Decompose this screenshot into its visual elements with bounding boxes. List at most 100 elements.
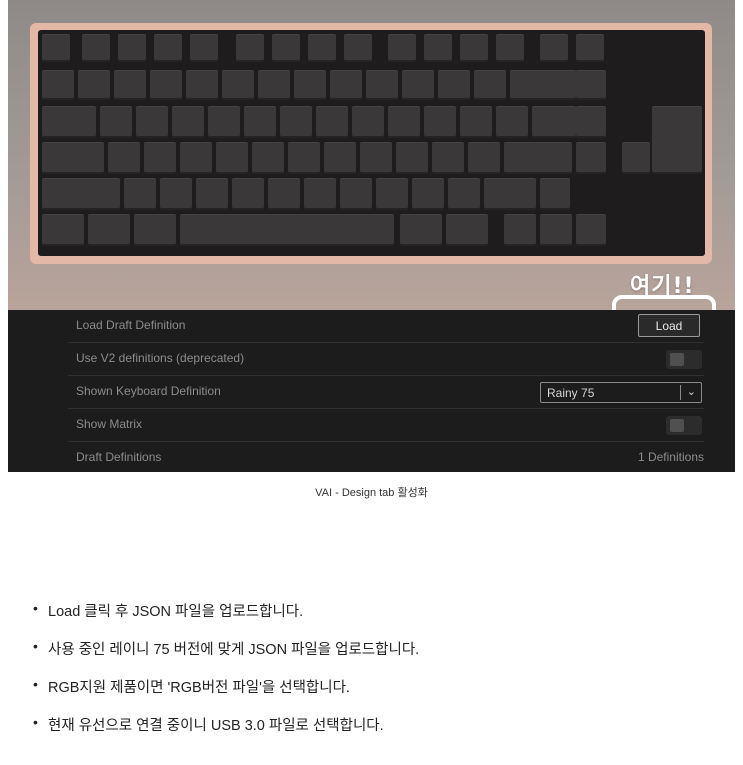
keycap bbox=[352, 106, 384, 138]
keycap bbox=[82, 34, 110, 62]
keycap bbox=[294, 70, 326, 100]
keycap bbox=[280, 106, 312, 138]
keycap bbox=[216, 142, 248, 174]
keycap bbox=[468, 142, 500, 174]
list-item-text: RGB지원 제품이면 'RGB버전 파일'을 선택합니다. bbox=[48, 680, 350, 696]
keycap bbox=[412, 178, 444, 210]
keycap bbox=[496, 106, 528, 138]
keycap bbox=[124, 178, 156, 210]
keycap bbox=[252, 142, 284, 174]
keycap bbox=[316, 106, 348, 138]
keycap bbox=[114, 70, 146, 100]
list-item-text: 사용 중인 레이니 75 버전에 맞게 JSON 파일을 업로드합니다. bbox=[48, 642, 420, 658]
keycap bbox=[78, 70, 110, 100]
keycap bbox=[652, 106, 702, 174]
setting-row-load-draft: Load Draft Definition Load bbox=[68, 310, 704, 343]
keycap bbox=[504, 142, 572, 174]
settings-panel: Load Draft Definition Load Use V2 defini… bbox=[8, 310, 735, 472]
bullet-icon: • bbox=[33, 676, 38, 692]
keycap bbox=[484, 178, 536, 210]
list-item-text: Load 클릭 후 JSON 파일을 업로드합니다. bbox=[48, 604, 304, 620]
keycap bbox=[268, 178, 300, 210]
keycap bbox=[504, 214, 536, 246]
keycap bbox=[576, 34, 604, 62]
list-item: • Load 클릭 후 JSON 파일을 업로드합니다. bbox=[33, 600, 728, 638]
keycap bbox=[134, 214, 176, 246]
keycap bbox=[438, 70, 470, 100]
instructions-list: • Load 클릭 후 JSON 파일을 업로드합니다. • 사용 중인 레이니 7… bbox=[0, 600, 728, 752]
toggle-knob bbox=[670, 353, 684, 366]
bullet-icon: • bbox=[33, 638, 38, 654]
select-separator bbox=[680, 385, 681, 400]
keycap bbox=[576, 142, 606, 174]
keycap bbox=[108, 142, 140, 174]
keycap bbox=[576, 106, 606, 138]
bullet-icon: • bbox=[33, 714, 38, 730]
keycap bbox=[424, 34, 452, 62]
keycap bbox=[208, 106, 240, 138]
chevron-down-icon: ⌄ bbox=[686, 386, 696, 398]
keyboard-preview: 여기!! bbox=[8, 0, 735, 350]
setting-row-show-matrix: Show Matrix bbox=[68, 409, 704, 442]
keycap bbox=[288, 142, 320, 174]
keycap bbox=[236, 34, 264, 62]
keycap bbox=[446, 214, 488, 246]
keycap bbox=[186, 70, 218, 100]
keycap bbox=[402, 70, 434, 100]
keycap bbox=[244, 106, 276, 138]
keycap bbox=[540, 214, 572, 246]
list-item: • 현재 유선으로 연결 중이니 USB 3.0 파일로 선택합니다. bbox=[33, 714, 728, 752]
keycap bbox=[232, 178, 264, 210]
use-v2-toggle[interactable] bbox=[666, 350, 702, 369]
screenshot-figure: 여기!! Load Draft Definition Load Use V2 d… bbox=[8, 0, 735, 472]
setting-label: Shown Keyboard Definition bbox=[76, 384, 221, 398]
keycap bbox=[576, 70, 606, 100]
keycap bbox=[180, 214, 394, 246]
keycap bbox=[496, 34, 524, 62]
setting-row-shown-definition: Shown Keyboard Definition Rainy 75 ⌄ bbox=[68, 376, 704, 409]
keycap bbox=[324, 142, 356, 174]
toggle-knob bbox=[670, 419, 684, 432]
keycap bbox=[42, 34, 70, 62]
keycap bbox=[424, 106, 456, 138]
setting-label: Show Matrix bbox=[76, 417, 143, 431]
keycap bbox=[344, 34, 372, 62]
keycap bbox=[388, 34, 416, 62]
keycap bbox=[258, 70, 290, 100]
keycap bbox=[42, 106, 96, 138]
keycap bbox=[144, 142, 176, 174]
keycap bbox=[400, 214, 442, 246]
setting-label: Use V2 definitions (deprecated) bbox=[76, 351, 245, 365]
keycap bbox=[136, 106, 168, 138]
keycap bbox=[360, 142, 392, 174]
keycap bbox=[42, 178, 120, 210]
figure-caption: VAI - Design tab 활성화 bbox=[315, 487, 428, 499]
bullet-icon: • bbox=[33, 600, 38, 616]
keycap bbox=[272, 34, 300, 62]
keycap bbox=[448, 178, 480, 210]
draft-definitions-count: 1 Definitions bbox=[637, 450, 704, 464]
setting-row-draft-definitions: Draft Definitions 1 Definitions bbox=[68, 442, 704, 472]
show-matrix-toggle[interactable] bbox=[666, 416, 702, 435]
keycap bbox=[576, 214, 606, 246]
load-button[interactable]: Load bbox=[638, 314, 700, 337]
list-item: • 사용 중인 레이니 75 버전에 맞게 JSON 파일을 업로드합니다. bbox=[33, 638, 728, 676]
keycap bbox=[42, 70, 74, 100]
keycap bbox=[304, 178, 336, 210]
keycap bbox=[118, 34, 146, 62]
keycap bbox=[396, 142, 428, 174]
keycap bbox=[540, 34, 568, 62]
keycap bbox=[42, 142, 104, 174]
keycap bbox=[330, 70, 362, 100]
keycap bbox=[42, 214, 84, 246]
keycap bbox=[222, 70, 254, 100]
list-item-text: 현재 유선으로 연결 중이니 USB 3.0 파일로 선택합니다. bbox=[48, 718, 384, 734]
keyboard-definition-select[interactable]: Rainy 75 ⌄ bbox=[540, 382, 702, 403]
keycap bbox=[150, 70, 182, 100]
list-item: • RGB지원 제품이면 'RGB버전 파일'을 선택합니다. bbox=[33, 676, 728, 714]
keycap bbox=[88, 214, 130, 246]
keycap bbox=[172, 106, 204, 138]
keycap bbox=[340, 178, 372, 210]
keycap bbox=[196, 178, 228, 210]
keycap bbox=[540, 178, 570, 210]
